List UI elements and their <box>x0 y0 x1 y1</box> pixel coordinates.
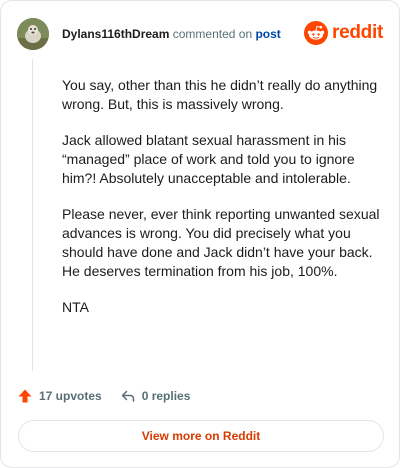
thread-line <box>32 59 33 371</box>
comment-paragraph: Jack allowed blatant sexual harassment i… <box>62 132 355 186</box>
comment-actions: 17 upvotes 0 replies <box>17 386 190 406</box>
comment-paragraph: You say, other than this he didn’t reall… <box>62 77 378 112</box>
comment-paragraph: NTA <box>62 299 89 315</box>
avatar-image <box>17 18 49 50</box>
username-link[interactable]: Dylans116thDream <box>62 27 169 41</box>
reddit-wordmark: reddit <box>332 22 383 43</box>
upvote-arrow-icon <box>18 389 32 403</box>
comment-paragraph: Please never, ever think reporting unwan… <box>62 206 380 279</box>
upvote-button[interactable]: 17 upvotes <box>17 388 102 404</box>
comment-header: Dylans116thDream commented on post reddi… <box>17 17 383 51</box>
comment-meta: Dylans116thDream commented on post <box>62 26 281 42</box>
view-more-button[interactable]: View more on Reddit <box>18 420 384 452</box>
upvote-count: 17 upvotes <box>39 389 102 403</box>
post-link[interactable]: post <box>255 27 280 41</box>
comment-embed-card: Dylans116thDream commented on post reddi… <box>0 0 400 468</box>
reddit-brand-link[interactable]: reddit <box>304 18 383 48</box>
reddit-snoo-icon <box>304 21 329 45</box>
avatar[interactable] <box>17 18 49 50</box>
replies-button[interactable]: 0 replies <box>120 388 191 404</box>
reply-count: 0 replies <box>141 389 191 403</box>
reply-arrow-icon <box>121 390 134 402</box>
commented-on-text: commented on <box>172 27 253 41</box>
comment-body: You say, other than this he didn’t reall… <box>62 76 380 334</box>
